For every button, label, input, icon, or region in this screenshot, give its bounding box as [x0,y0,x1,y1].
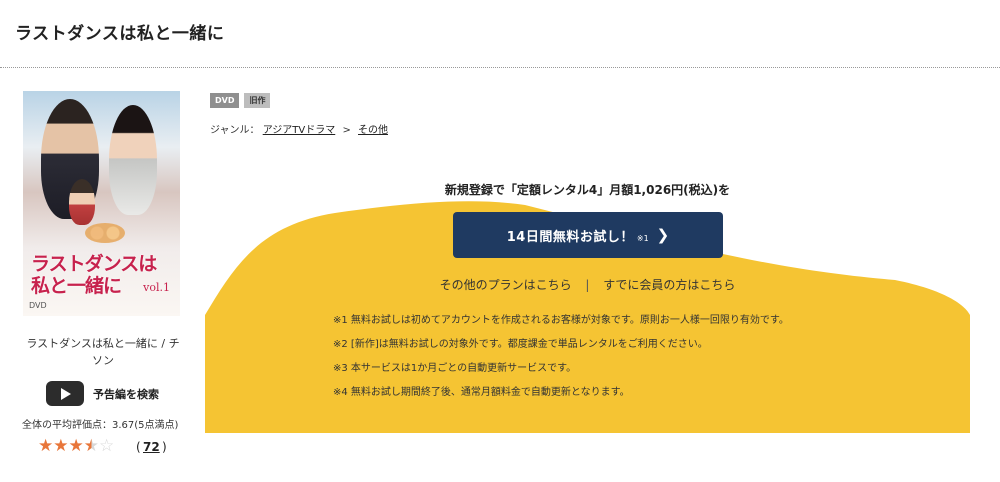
breadcrumb-separator: > [342,125,351,136]
poster-figure-child [69,179,95,225]
review-count-close-paren: ) [162,440,167,454]
badge-group: DVD 旧作 [210,93,271,108]
genre-label: ジャンル： [210,125,260,136]
note-item: ※4 無料お試し期間終了後、通常月額料金で自動更新となります。 [333,387,630,398]
chevron-right-icon: ❯ [656,226,670,244]
page-title: ラストダンスは私と一緒に [15,24,225,44]
poster-flowers [85,223,125,243]
format-badge: DVD [210,93,240,108]
note-item: ※3 本サービスは1か月ごとの自動更新サービスです。 [333,363,577,374]
plan-links-divider: | [585,278,590,292]
genre-link-asian-tv-drama[interactable]: アジアTVドラマ [263,125,336,136]
genre-link-other[interactable]: その他 [358,125,388,136]
free-trial-button[interactable]: 14日間無料お試し！ ※1 ❯ [453,212,723,258]
review-count-open-paren: ( [136,440,141,454]
average-rating-label: 全体の平均評価点：3.67(5点満点) [22,420,179,431]
other-plans-link[interactable]: その他のプランはこちら [440,278,572,292]
plan-links: その他のプランはこちら | すでに会員の方はこちら [205,276,970,293]
free-trial-note-ref: ※1 [636,233,649,243]
trailer-search-link[interactable]: 予告編を検索 [93,386,159,402]
trailer-play-button[interactable] [46,381,84,406]
note-item: ※2 [新作]は無料お試しの対象外です。都度課金で単品レンタルをご利用ください。 [333,339,708,350]
poster-figure-woman [109,105,157,215]
poster-volume: vol.1 [143,281,170,294]
star-half-icon: ★ [83,436,99,456]
star-full-icon: ★ [38,436,54,456]
poster-title-line1: ラストダンスは [31,253,157,275]
release-age-badge: 旧作 [244,93,271,108]
note-item: ※1 無料お試しは初めてアカウントを作成されるお客様が対象です。原則お一人様一回… [333,315,789,326]
header-divider [0,67,1000,68]
member-login-link[interactable]: すでに会員の方はこちら [603,278,735,292]
dvd-cover-image[interactable]: ラストダンスは 私と一緒に vol.1 DVD [23,91,180,316]
star-empty-icon: ☆ [99,436,115,456]
star-full-icon: ★ [53,436,69,456]
genre-breadcrumb: ジャンル： アジアTVドラマ > その他 [210,121,388,136]
item-name: ラストダンスは私と一緒に / チソン [26,337,180,367]
rating-stars: ★★★★☆ [38,437,114,455]
terms-notes: ※1 無料お試しは初めてアカウントを作成されるお客様が対象です。原則お一人様一回… [333,315,789,411]
star-full-icon: ★ [68,436,84,456]
poster-dvd-mark: DVD [29,301,47,310]
play-icon [61,388,71,400]
free-trial-label: 14日間無料お試し！ [506,229,634,245]
promo-headline: 新規登録で「定額レンタル4」月額1,026円(税込)を [444,183,731,197]
review-count-link[interactable]: 72 [143,440,160,454]
